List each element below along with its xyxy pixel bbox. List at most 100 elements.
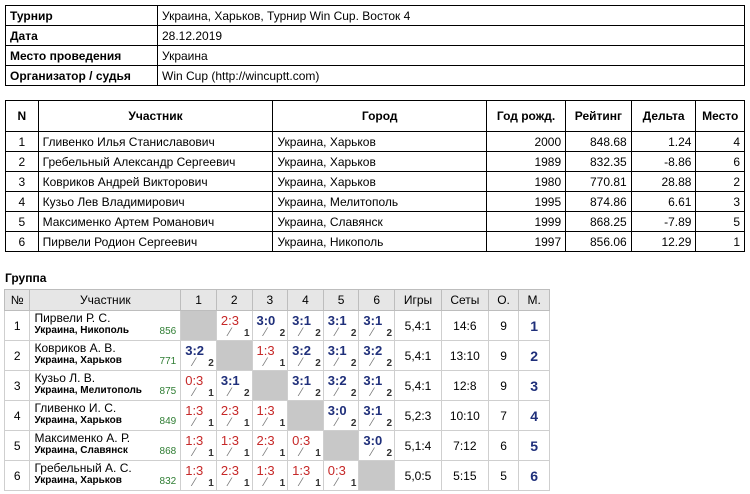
- match-result-cell: 2:3 ⁄ 1: [215, 400, 253, 431]
- player-rating: 868: [159, 446, 177, 457]
- group-row-number: 4: [3, 400, 31, 431]
- table-cell: Украина, Харьков: [272, 151, 487, 172]
- group-row-number: 1: [3, 310, 31, 341]
- table-cell: 1.24: [630, 131, 697, 152]
- group-column-header: 3: [251, 289, 289, 311]
- table-cell: Ковриков Андрей Викторович: [37, 171, 274, 192]
- match-points: 1: [243, 448, 250, 459]
- table-cell: 3: [695, 191, 745, 212]
- group-row: 1 Пирвели Р. С. Украина, Никополь 856 2:3 ⁄ 1 3…: [3, 310, 550, 341]
- table-cell: 856.06: [565, 231, 632, 252]
- table-cell: 2000: [485, 131, 567, 152]
- table-cell: 2: [695, 171, 745, 192]
- player-name: Кузьо Л. В.: [34, 371, 96, 385]
- match-result-cell: 3:1 ⁄ 2: [322, 310, 360, 341]
- slash-divider: ⁄: [193, 355, 196, 369]
- table-cell: 1997: [485, 231, 567, 252]
- table-cell: 2: [5, 151, 39, 172]
- group-column-header: 6: [358, 289, 396, 311]
- table-cell: 1995: [485, 191, 567, 212]
- match-result-cell: 1:3 ⁄ 1: [180, 400, 217, 431]
- group-column-header: Сеты: [440, 289, 489, 311]
- games-cell: 5,1:4: [394, 430, 442, 461]
- match-result-cell: 1:3 ⁄ 1: [251, 340, 289, 371]
- group-row: 5 Максименко А. Р. Украина, Славянск 868 1:3…: [3, 430, 550, 461]
- match-result-cell: 1:3 ⁄ 1: [251, 400, 289, 431]
- group-column-header: 5: [322, 289, 360, 311]
- slash-divider: ⁄: [371, 385, 374, 399]
- info-key: Дата: [5, 25, 158, 46]
- group-column-header: М.: [518, 289, 550, 311]
- self-match-cell: [322, 430, 360, 461]
- group-player-cell: Гребельный А. С. Украина, Харьков 832: [29, 460, 182, 491]
- match-points: 2: [350, 358, 357, 369]
- player-city: Украина, Славянск: [34, 445, 128, 456]
- games-cell: 5,2:3: [394, 400, 442, 431]
- tournament-info-table: Турнир Украина, Харьков, Турнир Win Cup. …: [5, 5, 745, 86]
- match-points: 1: [350, 478, 357, 489]
- slash-divider: ⁄: [371, 355, 374, 369]
- match-result-cell: 3:1 ⁄ 2: [358, 400, 396, 431]
- group-row: 2 Ковриков А. В. Украина, Харьков 771 3:2 ⁄ 2 1…: [3, 340, 550, 371]
- column-header: Год рожд.: [485, 100, 567, 132]
- slash-divider: ⁄: [300, 385, 303, 399]
- match-points: 2: [350, 418, 357, 429]
- table-cell: Гребельный Александр Сергеевич: [37, 151, 274, 172]
- player-rating: 771: [159, 356, 177, 367]
- match-result-cell: 1:3 ⁄ 1: [251, 460, 289, 491]
- match-result-cell: 1:3 ⁄ 1: [180, 430, 217, 461]
- column-header: Место: [695, 100, 745, 132]
- group-title: Группа: [5, 271, 47, 285]
- group-row-number: 3: [3, 370, 31, 401]
- match-result-cell: 3:0 ⁄ 2: [322, 400, 360, 431]
- sets-cell: 10:10: [440, 400, 489, 431]
- group-matrix-table: № Участник 1 2 3 4 5 6 Игры Сеты О. М. 1 Пирвели Р. …: [3, 289, 550, 491]
- slash-divider: ⁄: [335, 385, 338, 399]
- table-cell: -7.89: [630, 211, 697, 232]
- column-header: Город: [272, 100, 487, 132]
- player-city: Украина, Харьков: [34, 475, 122, 486]
- match-points: 2: [386, 418, 393, 429]
- table-cell: Пирвели Родион Сергеевич: [37, 231, 274, 252]
- player-rating: 849: [159, 416, 177, 427]
- match-result-cell: 2:3 ⁄ 1: [251, 430, 289, 461]
- match-points: 1: [279, 418, 286, 429]
- info-value: Win Cup (http://wincuptt.com): [157, 65, 745, 86]
- table-cell: 1980: [485, 171, 567, 192]
- table-row: 2 Гребельный Александр Сергеевич Украина, …: [5, 151, 745, 172]
- match-result-cell: 1:3 ⁄ 1: [215, 430, 253, 461]
- match-result-cell: 3:2 ⁄ 2: [180, 340, 217, 371]
- table-row: 3 Ковриков Андрей Викторович Украина, Харь…: [5, 171, 745, 192]
- match-points: 2: [315, 328, 321, 339]
- match-result-cell: 3:1 ⁄ 2: [358, 310, 396, 341]
- games-cell: 5,4:1: [394, 310, 442, 341]
- info-row: Место проведения Украина: [5, 45, 745, 66]
- info-value: Украина, Харьков, Турнир Win Cup. Восток…: [157, 5, 745, 26]
- match-result-cell: 3:1 ⁄ 2: [287, 370, 324, 401]
- match-points: 2: [350, 388, 357, 399]
- slash-divider: ⁄: [228, 325, 231, 339]
- sets-cell: 5:15: [440, 460, 489, 491]
- match-points: 1: [243, 328, 250, 339]
- table-cell: Гливенко Илья Станиславович: [37, 131, 274, 152]
- match-points: 2: [315, 388, 321, 399]
- group-player-cell: Пирвели Р. С. Украина, Никополь 856: [29, 310, 182, 341]
- slash-divider: ⁄: [335, 475, 338, 489]
- info-row: Дата 28.12.2019: [5, 25, 745, 46]
- player-name: Гливенко И. С.: [34, 401, 117, 415]
- table-cell: 770.81: [565, 171, 632, 192]
- table-cell: 4: [5, 191, 39, 212]
- group-player-cell: Ковриков А. В. Украина, Харьков 771: [29, 340, 182, 371]
- slash-divider: ⁄: [300, 475, 303, 489]
- slash-divider: ⁄: [193, 415, 196, 429]
- group-column-header: О.: [487, 289, 520, 311]
- slash-divider: ⁄: [335, 355, 338, 369]
- table-row: 4 Кузьо Лев Владимирович Украина, Мелитопо…: [5, 191, 745, 212]
- slash-divider: ⁄: [335, 415, 338, 429]
- player-city: Украина, Харьков: [34, 415, 122, 426]
- group-player-cell: Кузьо Л. В. Украина, Мелитополь 875: [29, 370, 182, 401]
- self-match-cell: [251, 370, 289, 401]
- table-row: 6 Пирвели Родион Сергеевич Украина, Никопо…: [5, 231, 745, 252]
- table-cell: 6.61: [630, 191, 697, 212]
- table-cell: Украина, Славянск: [272, 211, 487, 232]
